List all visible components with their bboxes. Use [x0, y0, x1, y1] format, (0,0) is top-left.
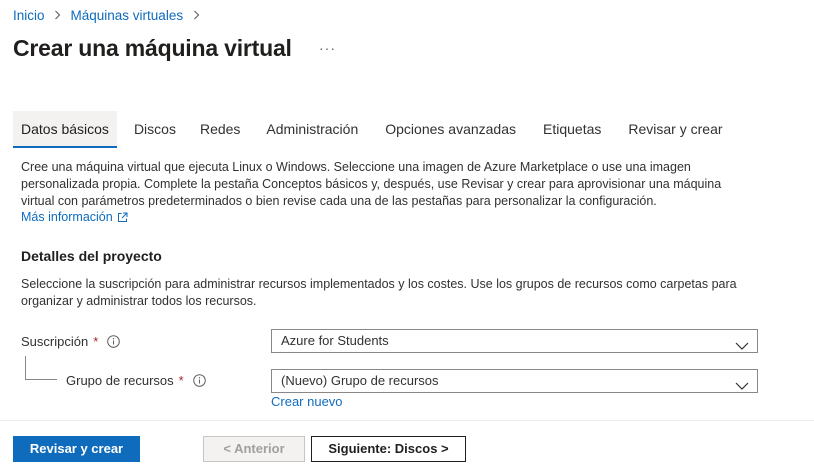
learn-more-link[interactable]: Más información [21, 210, 128, 224]
tree-connector [25, 356, 57, 380]
chevron-down-icon [735, 376, 749, 390]
info-icon[interactable] [107, 335, 121, 348]
section-description: Seleccione la suscripción para administr… [21, 277, 737, 308]
chevron-down-icon [735, 336, 749, 350]
page-title: Crear una máquina virtual [13, 35, 292, 61]
subscription-label-text: Suscripción [21, 334, 89, 349]
subscription-dropdown[interactable]: Azure for Students [271, 329, 758, 353]
chevron-right-icon [191, 9, 201, 23]
resource-group-label: Grupo de recursos * [66, 373, 206, 388]
create-new-link[interactable]: Crear nuevo [271, 394, 343, 409]
chevron-right-icon [53, 9, 63, 23]
required-marker: * [93, 334, 99, 349]
breadcrumb: Inicio Máquinas virtuales [13, 8, 209, 23]
review-create-button[interactable]: Revisar y crear [13, 436, 140, 462]
tab-datos-basicos[interactable]: Datos básicos [13, 111, 117, 148]
tab-opciones-avanzadas[interactable]: Opciones avanzadas [376, 111, 525, 148]
intro-text: Cree una máquina virtual que ejecuta Lin… [21, 160, 722, 208]
resource-group-label-text: Grupo de recursos [66, 373, 174, 388]
learn-more-label[interactable]: Más información [21, 210, 113, 224]
section-title-project-details: Detalles del proyecto [21, 248, 162, 264]
subscription-label: Suscripción * [21, 334, 121, 349]
tab-bar: Datos básicos Discos Redes Administració… [13, 111, 732, 148]
breadcrumb-home-link[interactable]: Inicio [13, 8, 45, 23]
breadcrumb-vms-link[interactable]: Máquinas virtuales [71, 8, 184, 23]
more-options-button[interactable]: ··· [319, 40, 336, 56]
external-link-icon [117, 212, 128, 223]
resource-group-value: (Nuevo) Grupo de recursos [281, 373, 439, 388]
tab-administracion[interactable]: Administración [257, 111, 367, 148]
next-button[interactable]: Siguiente: Discos > [311, 436, 466, 462]
tab-etiquetas[interactable]: Etiquetas [534, 111, 610, 148]
tab-revisar-y-crear[interactable]: Revisar y crear [619, 111, 731, 148]
tab-discos[interactable]: Discos [125, 111, 185, 148]
tab-redes[interactable]: Redes [191, 111, 249, 148]
subscription-value: Azure for Students [281, 333, 389, 348]
previous-button[interactable]: < Anterior [203, 436, 305, 462]
footer-divider [0, 420, 814, 421]
resource-group-dropdown[interactable]: (Nuevo) Grupo de recursos [271, 369, 758, 393]
required-marker: * [178, 373, 184, 388]
info-icon[interactable] [192, 374, 206, 387]
